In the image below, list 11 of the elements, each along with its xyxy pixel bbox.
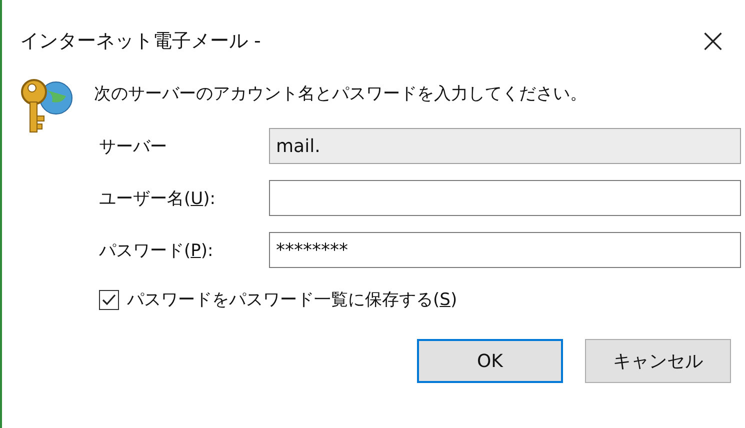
- input-field[interactable]: [269, 180, 741, 216]
- save-password-checkbox[interactable]: パスワードをパスワード一覧に保存する(S): [2, 288, 745, 311]
- dialog-button[interactable]: OK: [417, 339, 563, 383]
- window-title: インターネット電子メール -: [20, 29, 261, 54]
- close-button[interactable]: ×: [681, 11, 745, 71]
- instruction-text: 次のサーバーのアカウント名とパスワードを入力してください。: [94, 83, 587, 105]
- input-field[interactable]: ********: [269, 232, 741, 268]
- field-label: ユーザー名(U):: [99, 188, 216, 210]
- field-label: サーバー: [99, 136, 168, 158]
- field-label: パスワード(P):: [99, 240, 214, 262]
- dialog-button[interactable]: キャンセル: [585, 339, 731, 383]
